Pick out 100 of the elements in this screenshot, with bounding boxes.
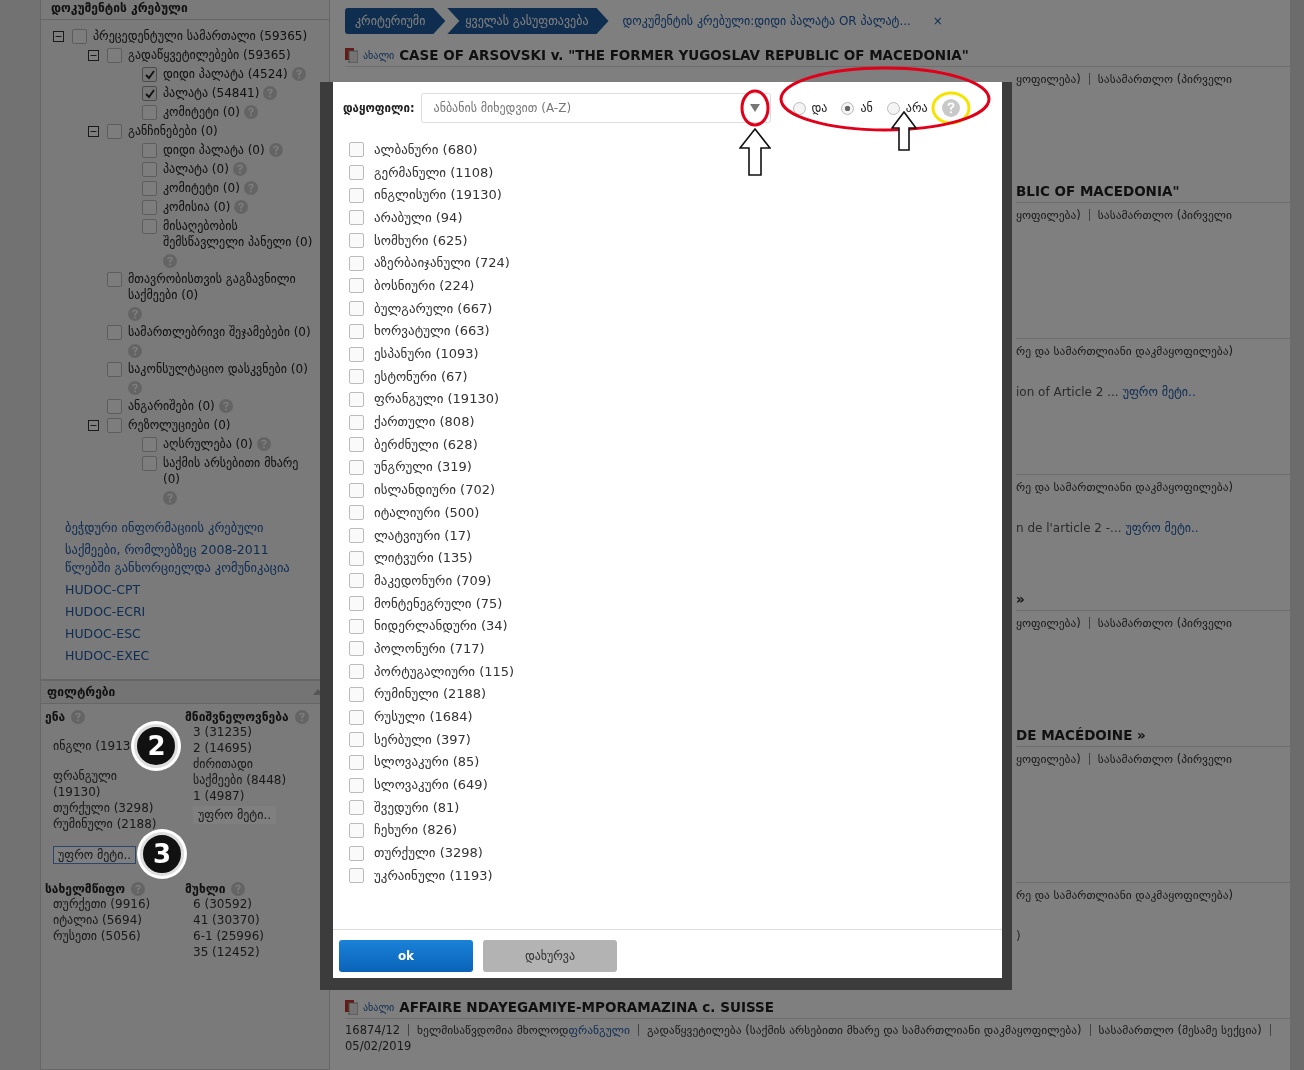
tree-label[interactable]: აღსრულება (0) <box>163 436 253 452</box>
filter-option[interactable]: 3 (31235) <box>193 724 252 740</box>
checkbox[interactable] <box>349 255 364 271</box>
checkbox[interactable] <box>107 325 122 340</box>
checkbox[interactable] <box>142 67 157 82</box>
checkbox[interactable] <box>349 142 364 158</box>
more-link[interactable]: უფრო მეტი.. <box>53 846 137 864</box>
language-option[interactable]: ესტონური (67) <box>374 368 468 384</box>
checkbox[interactable] <box>142 456 157 471</box>
checkbox[interactable] <box>349 482 364 498</box>
tree-label[interactable]: დიდი პალატა (4524) <box>163 66 288 82</box>
help-icon[interactable] <box>128 381 142 395</box>
filter-option[interactable]: 41 (30370) <box>193 912 260 928</box>
checkbox[interactable] <box>142 86 157 101</box>
checkbox[interactable] <box>142 162 157 177</box>
checkbox[interactable] <box>142 143 157 158</box>
tree-label[interactable]: მისაღებობის შემსწავლელი პანელი (0) <box>163 218 315 250</box>
radio-button[interactable] <box>841 101 855 115</box>
tree-label[interactable]: დიდი პალატა (0) <box>163 142 265 158</box>
checkbox[interactable] <box>349 210 364 226</box>
checkbox[interactable] <box>142 181 157 196</box>
language-option[interactable]: ალბანური (680) <box>374 141 478 157</box>
filter-option[interactable]: რუმინული (2188) <box>53 816 157 832</box>
checkbox[interactable] <box>349 754 364 770</box>
language-option[interactable]: აზერბაიჯანული (724) <box>374 255 510 271</box>
checkbox[interactable] <box>349 845 364 861</box>
help-icon[interactable] <box>231 882 246 896</box>
filter-option[interactable]: იტალია (5694) <box>53 912 142 928</box>
checkbox[interactable] <box>349 414 364 430</box>
collapse-icon[interactable] <box>88 126 99 137</box>
checkbox[interactable] <box>107 399 122 414</box>
help-icon[interactable] <box>131 882 146 896</box>
language-option[interactable]: უნგრული (319) <box>374 459 472 475</box>
language-option[interactable]: ლიტვური (135) <box>374 550 473 566</box>
sidebar-link[interactable]: HUDOC-CPT <box>65 581 309 599</box>
language-option[interactable]: მონტენეგრული (75) <box>374 595 503 611</box>
filter-option[interactable]: რუსეთი (5056) <box>53 928 141 944</box>
checkbox[interactable] <box>142 105 157 120</box>
help-icon[interactable] <box>243 181 258 195</box>
result-title[interactable]: DE MACÉDOINE » <box>1016 727 1146 743</box>
filter-option[interactable]: 35 (12452) <box>193 944 260 960</box>
checkbox[interactable] <box>349 165 364 181</box>
checkbox[interactable] <box>349 369 364 385</box>
sidebar-link[interactable]: საქმეები, რომლებზეც 2008-2011 წლებში განხორციელდა კომუნიკაცია <box>65 541 309 577</box>
checkbox[interactable] <box>349 868 364 884</box>
sidebar-link[interactable]: ბეჭდური ინფორმაციის კრებული <box>65 519 309 537</box>
language-option[interactable]: ჩეხური (826) <box>374 822 458 838</box>
tree-label[interactable]: კომიტეტი (0) <box>163 104 240 120</box>
checkbox[interactable] <box>349 732 364 748</box>
tree-label[interactable]: გადაწყვეტილებები (59365) <box>128 47 291 63</box>
query-link[interactable]: დოკუმენტის კრებული:დიდი პალატა OR პალატ... <box>622 14 911 28</box>
sidebar-link[interactable]: HUDOC-ECRI <box>65 603 309 621</box>
help-icon[interactable] <box>294 710 309 724</box>
filter-option[interactable]: თურქული (3298) <box>53 800 154 816</box>
help-icon[interactable] <box>232 162 247 176</box>
help-icon[interactable] <box>941 99 960 117</box>
tree-label[interactable]: რეზოლუციები (0) <box>128 417 231 433</box>
language-option[interactable]: არაბული (94) <box>374 209 463 225</box>
checkbox[interactable] <box>349 278 364 294</box>
tree-label[interactable]: პალატა (54841) <box>163 85 260 101</box>
checkbox[interactable] <box>142 437 157 452</box>
checkbox[interactable] <box>349 822 364 838</box>
checkbox[interactable] <box>349 800 364 816</box>
operator-label[interactable]: ან <box>860 101 873 115</box>
checkbox[interactable] <box>349 187 364 203</box>
language-option[interactable]: მაკედონური (709) <box>374 572 492 588</box>
language-option[interactable]: პორტუგალიური (115) <box>374 663 515 679</box>
checkbox[interactable] <box>349 346 364 362</box>
radio-button[interactable] <box>886 101 900 115</box>
filter-option[interactable]: 2 (14695) <box>193 740 252 756</box>
language-option[interactable]: სომხური (625) <box>374 232 468 248</box>
operator-label[interactable]: არა <box>905 101 928 115</box>
help-icon[interactable] <box>128 307 142 321</box>
tree-label[interactable]: კომიტეტი (0) <box>163 180 240 196</box>
language-option[interactable]: სლოვაკური (85) <box>374 754 480 770</box>
language-link[interactable]: ფრანგული <box>568 1023 630 1037</box>
checkbox[interactable] <box>107 272 122 287</box>
checkbox[interactable] <box>349 550 364 566</box>
more-link[interactable]: უფრო მეტი.. <box>1125 521 1199 535</box>
checkbox[interactable] <box>349 301 364 317</box>
language-option[interactable]: სლოვაკური (649) <box>374 777 488 793</box>
breadcrumb-tab[interactable]: ყველას გასუფთავება <box>447 8 609 34</box>
checkbox[interactable] <box>107 418 122 433</box>
checkbox[interactable] <box>349 664 364 680</box>
checkbox[interactable] <box>349 528 364 544</box>
language-option[interactable]: ქართული (808) <box>374 414 475 430</box>
result-title[interactable]: BLIC OF MACEDONIA" <box>1016 183 1180 199</box>
checkbox[interactable] <box>349 686 364 702</box>
tree-label[interactable]: სამართლებრივი შეჯამებები (0) <box>128 324 311 340</box>
filter-option[interactable]: 1 (4987) <box>193 788 245 804</box>
language-option[interactable]: ბოსნიური (224) <box>374 277 475 293</box>
checkbox[interactable] <box>72 29 87 44</box>
language-option[interactable]: ნიდერლანდური (34) <box>374 618 508 634</box>
checkbox[interactable] <box>349 641 364 657</box>
checkbox[interactable] <box>349 233 364 249</box>
collapse-icon[interactable] <box>88 420 99 431</box>
language-option[interactable]: ბულგარული (667) <box>374 300 493 316</box>
checkbox[interactable] <box>107 48 122 63</box>
filter-option[interactable]: ფრანგული (19130) <box>53 768 163 800</box>
language-option[interactable]: ფრანგული (19130) <box>374 391 499 407</box>
